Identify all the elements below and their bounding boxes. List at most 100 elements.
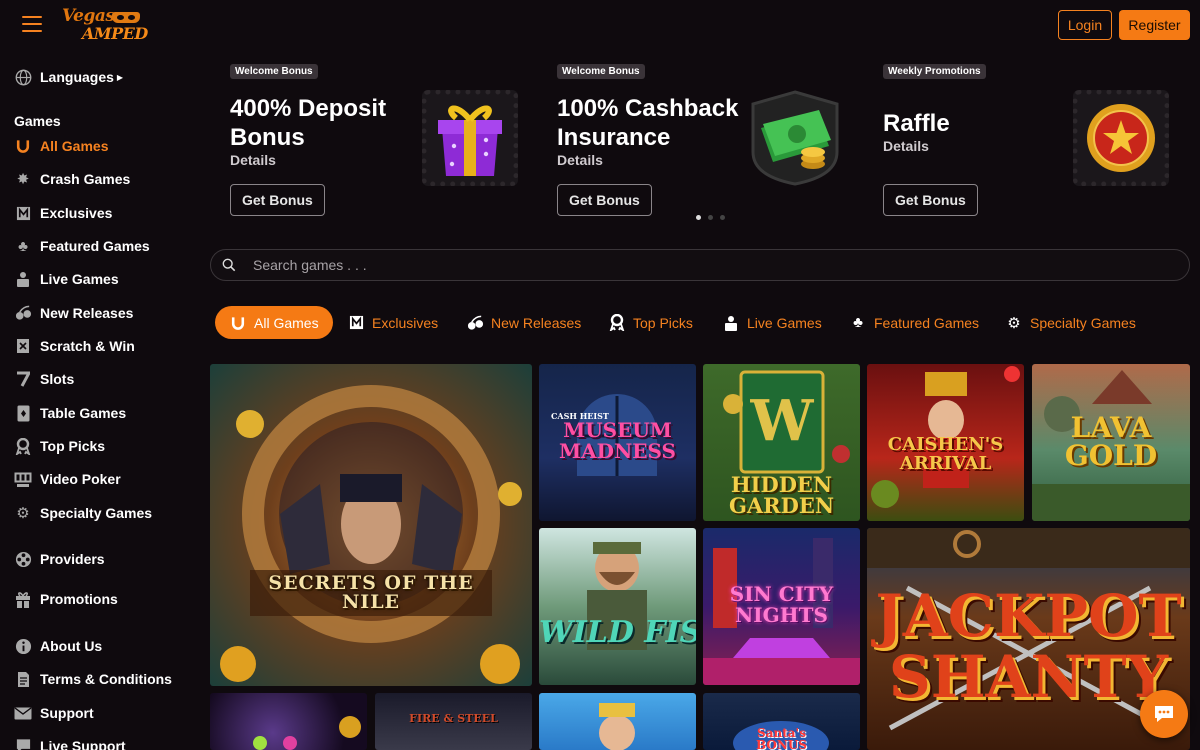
carousel-dot[interactable] (708, 215, 713, 220)
tab-live-games[interactable]: Live Games (722, 306, 822, 339)
sidebar-item-crash-games[interactable]: ✸ Crash Games (14, 168, 131, 190)
sidebar-item-label: Providers (40, 551, 105, 567)
game-tile[interactable]: FIRE & STEEL (375, 693, 532, 750)
cash-stack-icon (747, 90, 843, 186)
game-title: Santa's BONUS (756, 726, 807, 750)
game-tile[interactable]: Santa's BONUS (703, 693, 860, 750)
caret-right-icon: ▶ (116, 72, 124, 82)
game-tile[interactable]: SECRETS OF THE NILE (210, 364, 532, 686)
sidebar-item-terms[interactable]: Terms & Conditions (14, 668, 172, 690)
dealer-icon (722, 314, 740, 332)
svg-text:W: W (750, 388, 815, 454)
gear-icon: ⚙ (16, 505, 30, 522)
get-bonus-button[interactable]: Get Bonus (883, 184, 978, 216)
game-title: SECRETS OF THE NILE (250, 570, 492, 616)
sidebar-item-label: Featured Games (40, 238, 150, 254)
sidebar-item-top-picks[interactable]: Top Picks (14, 435, 105, 457)
sidebar-item-about-us[interactable]: About Us (14, 635, 102, 657)
carousel-dots[interactable] (696, 215, 725, 220)
sidebar-item-all-games[interactable]: All Games (14, 135, 108, 157)
logo[interactable]: Vegas AMPED (60, 4, 148, 44)
star-medal-icon (1073, 90, 1169, 186)
chat-bubble-icon (1155, 706, 1173, 722)
playing-card-icon (14, 404, 32, 422)
sidebar-item-label: Scratch & Win (40, 338, 135, 354)
game-tile[interactable]: SIN CITY NIGHTS (703, 528, 860, 685)
document-icon (14, 670, 32, 688)
get-bonus-button[interactable]: Get Bonus (557, 184, 652, 216)
info-icon (14, 637, 32, 655)
live-chat-button[interactable] (1140, 690, 1188, 738)
poker-machine-icon (14, 470, 32, 488)
tab-label: Top Picks (633, 314, 693, 331)
tab-all-games[interactable]: All Games (215, 306, 333, 339)
providers-icon (14, 550, 32, 568)
game-tile[interactable] (210, 693, 367, 750)
tab-label: Specialty Games (1030, 314, 1136, 331)
games-heading: Games (14, 113, 61, 129)
promo-title: 400% Deposit Bonus (230, 95, 387, 151)
chat-icon (14, 737, 32, 750)
promo-title: Raffle (883, 110, 950, 137)
sidebar-item-label: Promotions (40, 591, 118, 607)
gift-icon (14, 590, 32, 608)
sidebar-item-new-releases[interactable]: New Releases (14, 302, 133, 324)
sidebar-item-providers[interactable]: Providers (14, 548, 105, 570)
promo-badge: Weekly Promotions (883, 64, 986, 79)
gear-icon: ⚙ (1007, 314, 1021, 332)
tab-new-releases[interactable]: New Releases (466, 306, 581, 339)
game-title: HIDDEN GARDEN (728, 472, 835, 518)
sidebar-item-label: Top Picks (40, 438, 106, 454)
sidebar-item-scratch-win[interactable]: Scratch & Win (14, 335, 135, 357)
sidebar-item-languages[interactable]: Languages ▶ (14, 66, 123, 88)
search-input[interactable] (253, 250, 1173, 280)
tab-label: Exclusives (372, 314, 439, 331)
promo-details-link[interactable]: Details (230, 152, 276, 168)
sidebar-item-support[interactable]: Support (14, 702, 94, 724)
globe-icon (14, 68, 32, 86)
game-title: MUSEUM MADNESS (559, 418, 676, 463)
sidebar: Languages ▶ Games All Games ✸ Crash Games… (0, 52, 195, 750)
promo-badge: Welcome Bonus (230, 64, 318, 79)
tab-exclusives[interactable]: Exclusives (347, 306, 438, 339)
horseshoe-icon (14, 137, 32, 155)
sidebar-item-label: New Releases (40, 305, 134, 321)
logo-line1: Vegas (62, 6, 115, 26)
game-tile[interactable]: WILD FISHIN (539, 528, 696, 685)
sidebar-item-live-support[interactable]: Live Support (14, 735, 126, 750)
game-tile[interactable] (539, 693, 696, 750)
cherries-icon (466, 314, 484, 332)
sidebar-item-live-games[interactable]: Live Games (14, 268, 119, 290)
game-title: SIN CITY NIGHTS (729, 582, 834, 627)
sidebar-item-promotions[interactable]: Promotions (14, 588, 118, 610)
game-tile[interactable]: CASH HEIST MUSEUM MADNESS (539, 364, 696, 521)
search-icon (222, 258, 236, 272)
logo-mask-icon (112, 12, 140, 23)
login-button[interactable]: Login (1058, 10, 1112, 40)
game-tile[interactable]: LAVA GOLD (1032, 364, 1190, 521)
carousel-dot[interactable] (696, 215, 701, 220)
sidebar-item-slots[interactable]: Slots (14, 368, 74, 390)
tab-specialty-games[interactable]: ⚙ Specialty Games (1005, 306, 1136, 339)
sidebar-item-label: Crash Games (40, 171, 131, 187)
hamburger-menu-icon[interactable] (22, 16, 42, 34)
sidebar-item-specialty-games[interactable]: ⚙ Specialty Games (14, 502, 152, 524)
tab-top-picks[interactable]: Top Picks (608, 306, 693, 339)
mail-icon (14, 704, 32, 722)
promo-details-link[interactable]: Details (557, 152, 603, 168)
sidebar-item-label: Exclusives (40, 205, 113, 221)
tab-featured-games[interactable]: ♣ Featured Games (849, 306, 979, 339)
get-bonus-button[interactable]: Get Bonus (230, 184, 325, 216)
promo-details-link[interactable]: Details (883, 138, 929, 154)
carousel-dot[interactable] (720, 215, 725, 220)
register-button[interactable]: Register (1119, 10, 1190, 40)
sidebar-item-label: About Us (40, 638, 103, 654)
game-tile[interactable]: CAISHEN'S ARRIVAL (867, 364, 1024, 521)
gift-box-icon (422, 90, 518, 186)
promo-card: Welcome Bonus 400% Deposit Bonus Details… (220, 60, 536, 222)
sidebar-item-video-poker[interactable]: Video Poker (14, 468, 121, 490)
sidebar-item-table-games[interactable]: Table Games (14, 402, 126, 424)
sidebar-item-exclusives[interactable]: Exclusives (14, 202, 112, 224)
sidebar-item-featured-games[interactable]: ♣ Featured Games (14, 235, 150, 257)
game-tile[interactable]: W HIDDEN GARDEN (703, 364, 860, 521)
